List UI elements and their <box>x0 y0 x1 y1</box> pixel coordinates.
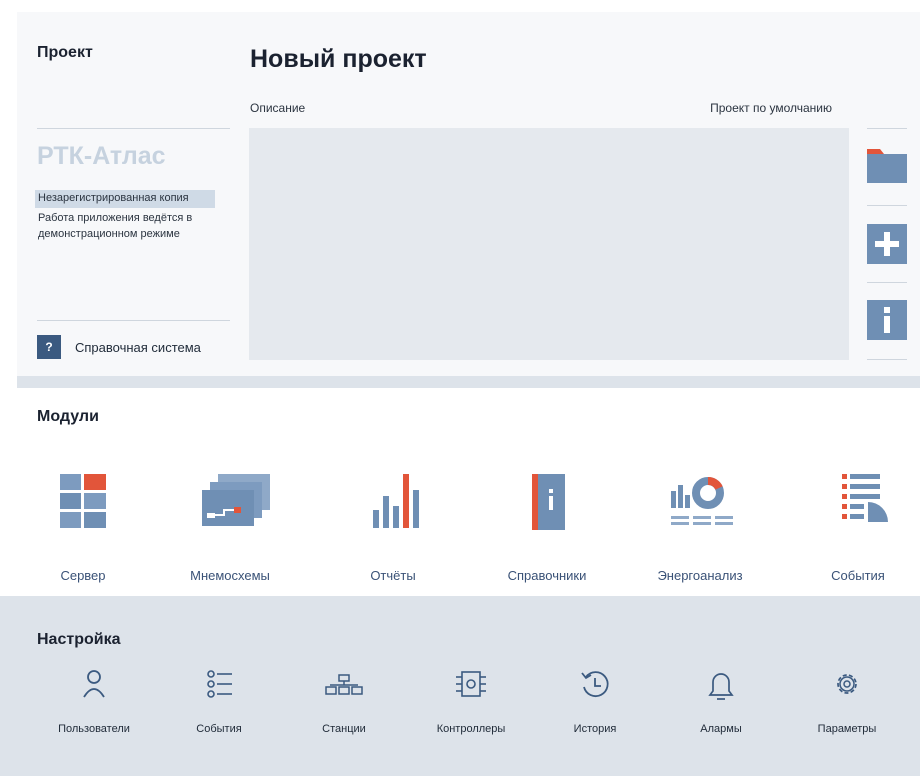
open-folder-button[interactable] <box>867 146 907 186</box>
divider <box>867 205 907 206</box>
module-label: Энергоанализ <box>657 568 743 583</box>
settings-users[interactable]: Пользователи <box>44 667 144 737</box>
project-info-button[interactable] <box>867 300 907 340</box>
description-label: Описание <box>250 101 306 115</box>
project-section-title: Проект <box>37 44 93 61</box>
settings-label: Алармы <box>700 723 742 735</box>
module-events[interactable]: События <box>803 462 913 592</box>
mnemonic-icon <box>202 474 270 526</box>
history-icon <box>581 671 609 697</box>
user-icon <box>83 670 105 698</box>
project-title: Новый проект <box>250 45 427 73</box>
settings-history[interactable]: История <box>545 667 645 737</box>
module-server[interactable]: Сервер <box>28 462 138 592</box>
events-icon <box>842 474 888 522</box>
list-icon <box>207 670 232 698</box>
info-icon <box>867 300 907 340</box>
description-field[interactable] <box>249 128 849 360</box>
settings-events[interactable]: События <box>169 667 269 737</box>
module-energy[interactable]: Энергоанализ <box>645 462 755 592</box>
module-label: Мнемосхемы <box>190 568 270 583</box>
settings-alarms[interactable]: Алармы <box>671 667 771 737</box>
module-label: Сервер <box>60 568 106 583</box>
help-icon: ? <box>37 335 61 359</box>
demo-mode-note: Работа приложения ведётся в демонстрацио… <box>38 212 193 240</box>
module-label: События <box>831 568 885 583</box>
settings-label: Контроллеры <box>436 723 506 735</box>
modules-title: Модули <box>37 408 99 425</box>
settings-controllers[interactable]: Контроллеры <box>421 667 521 737</box>
module-reports[interactable]: Отчёты <box>338 462 448 592</box>
plus-icon <box>867 224 907 264</box>
settings-label: Параметры <box>817 723 877 735</box>
module-label: Справочники <box>507 568 587 583</box>
reports-icon <box>373 474 419 528</box>
modules-panel <box>17 388 920 596</box>
settings-parameters[interactable]: Параметры <box>797 667 897 737</box>
stations-icon <box>325 674 363 695</box>
module-label: Отчёты <box>370 568 416 583</box>
unregistered-badge: Незарегистрированная копия <box>35 190 215 208</box>
settings-title: Настройка <box>37 631 121 648</box>
settings-label: Станции <box>322 723 366 735</box>
divider <box>867 359 907 360</box>
brand-name: РТК-Атлас <box>37 142 166 170</box>
divider <box>867 282 907 283</box>
default-project-label: Проект по умолчанию <box>710 101 832 115</box>
folder-icon <box>867 149 907 183</box>
divider <box>37 320 230 321</box>
project-panel: Проект РТК-Атлас Незарегистрированная ко… <box>17 12 920 376</box>
divider <box>37 128 230 129</box>
energy-icon <box>671 477 733 525</box>
help-label: Справочная система <box>75 339 201 355</box>
settings-label: Пользователи <box>58 723 130 735</box>
add-project-button[interactable] <box>867 224 907 264</box>
chip-icon <box>456 671 486 697</box>
module-reference[interactable]: Справочники <box>492 462 602 592</box>
bell-icon <box>708 673 734 700</box>
divider <box>867 128 907 129</box>
settings-label: События <box>196 723 242 735</box>
gear-icon <box>837 674 857 694</box>
module-mnemonics[interactable]: Мнемосхемы <box>175 462 285 592</box>
reference-icon <box>532 474 565 530</box>
help-system-button[interactable]: ? Справочная система <box>37 335 201 359</box>
settings-label: История <box>573 723 617 735</box>
top-strip <box>0 0 920 12</box>
server-icon <box>60 474 106 528</box>
section-separator <box>17 376 920 388</box>
settings-stations[interactable]: Станции <box>294 667 394 737</box>
